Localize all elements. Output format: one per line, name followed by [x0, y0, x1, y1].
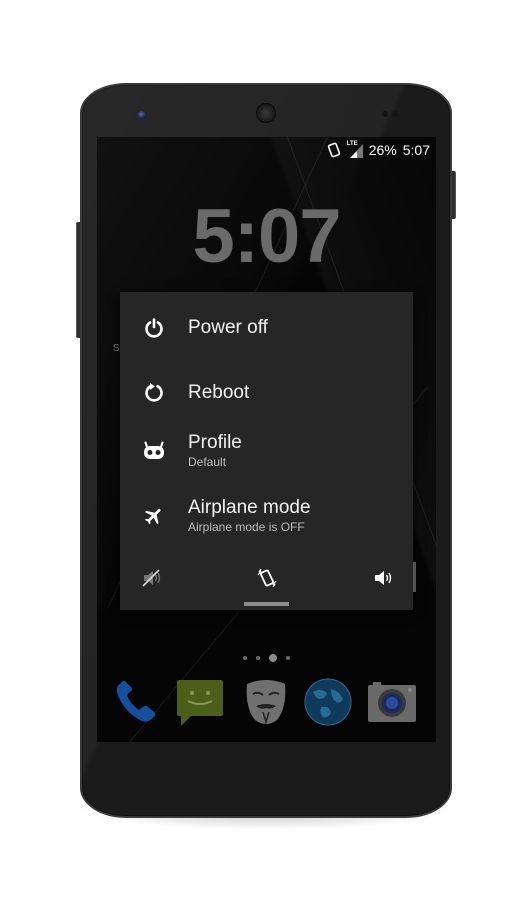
sound-mode-button[interactable]	[363, 565, 403, 595]
mute-icon	[141, 568, 163, 593]
reboot-item[interactable]: Reboot	[120, 373, 413, 413]
airplane-icon	[142, 504, 166, 528]
profile-sublabel: Default	[188, 455, 227, 469]
airplane-mode-sublabel: Airplane mode is OFF	[188, 520, 305, 534]
power-menu-dialog: Power off Reboot Profile Default Airplan…	[120, 292, 416, 610]
dock-phone[interactable]	[109, 676, 163, 732]
proximity-sensor	[382, 111, 388, 117]
page-indicator	[97, 654, 436, 662]
page-dot[interactable]	[243, 656, 247, 660]
page-dot[interactable]	[256, 656, 260, 660]
status-time: 5:07	[402, 142, 430, 158]
dock-messaging[interactable]	[173, 676, 227, 732]
power-off-label: Power off	[188, 317, 268, 338]
globe-icon	[303, 677, 353, 732]
dock	[97, 676, 436, 732]
dock-browser[interactable]	[301, 676, 355, 732]
profile-label: Profile	[188, 432, 242, 453]
screen: LTE 26% 5:07 5:07 S Power off Reboot Pro…	[97, 137, 436, 742]
earpiece-speaker	[256, 103, 276, 123]
camera-icon	[367, 681, 417, 728]
volume-icon	[372, 568, 394, 593]
reboot-label: Reboot	[188, 382, 250, 403]
power-icon	[142, 316, 166, 340]
silent-mode-button[interactable]	[132, 565, 172, 595]
battery-percent: 26%	[368, 142, 397, 158]
vibrate-icon	[256, 567, 278, 594]
sound-mode-selector	[120, 557, 413, 610]
profile-icon	[142, 439, 166, 463]
front-camera	[138, 111, 146, 119]
status-bar: LTE 26% 5:07	[327, 141, 430, 159]
messaging-icon	[175, 676, 225, 733]
lockscreen-partial-text: S	[113, 343, 120, 354]
airplane-mode-label: Airplane mode	[188, 497, 311, 518]
airplane-mode-item[interactable]: Airplane mode Airplane mode is OFF	[120, 493, 413, 539]
phone-icon	[112, 678, 160, 731]
dock-mask-app[interactable]	[239, 676, 293, 732]
reboot-icon	[142, 381, 166, 405]
vibrate-icon	[327, 142, 341, 158]
light-sensor	[392, 111, 398, 117]
lte-signal-icon: LTE	[347, 141, 363, 158]
page-dot-active[interactable]	[269, 654, 277, 662]
power-off-item[interactable]: Power off	[120, 308, 413, 348]
vibrate-mode-button[interactable]	[247, 565, 287, 595]
profile-item[interactable]: Profile Default	[120, 428, 413, 474]
mask-icon	[243, 676, 289, 733]
selected-mode-indicator	[244, 602, 289, 606]
page-dot[interactable]	[286, 656, 290, 660]
dock-camera[interactable]	[365, 676, 419, 732]
lockscreen-clock: 5:07	[192, 194, 341, 279]
